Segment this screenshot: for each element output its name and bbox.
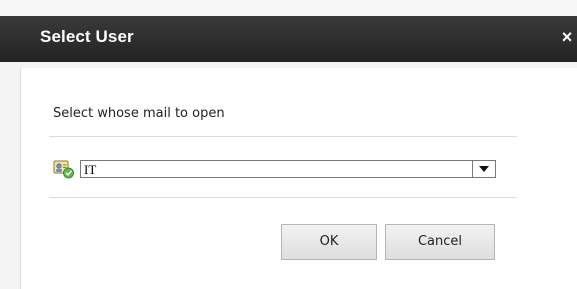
screen: Select User × Select whose mail to open …	[0, 0, 577, 289]
prompt-label: Select whose mail to open	[53, 106, 225, 121]
divider-top	[49, 136, 517, 137]
divider-bottom	[49, 197, 517, 198]
user-contact-icon	[53, 160, 74, 179]
close-button[interactable]: ×	[559, 26, 575, 48]
dialog-titlebar: Select User ×	[0, 16, 577, 62]
background-page-strip	[0, 0, 577, 16]
cancel-button[interactable]: Cancel	[385, 224, 495, 260]
user-select[interactable]: IT	[80, 160, 496, 178]
ok-button[interactable]: OK	[281, 224, 377, 260]
user-select-value: IT	[84, 162, 97, 177]
dialog-body: Select whose mail to open IT OK Cancel	[20, 68, 577, 289]
dialog-title: Select User	[40, 27, 134, 46]
dropdown-arrow-icon[interactable]	[473, 161, 495, 177]
close-icon: ×	[561, 27, 573, 47]
